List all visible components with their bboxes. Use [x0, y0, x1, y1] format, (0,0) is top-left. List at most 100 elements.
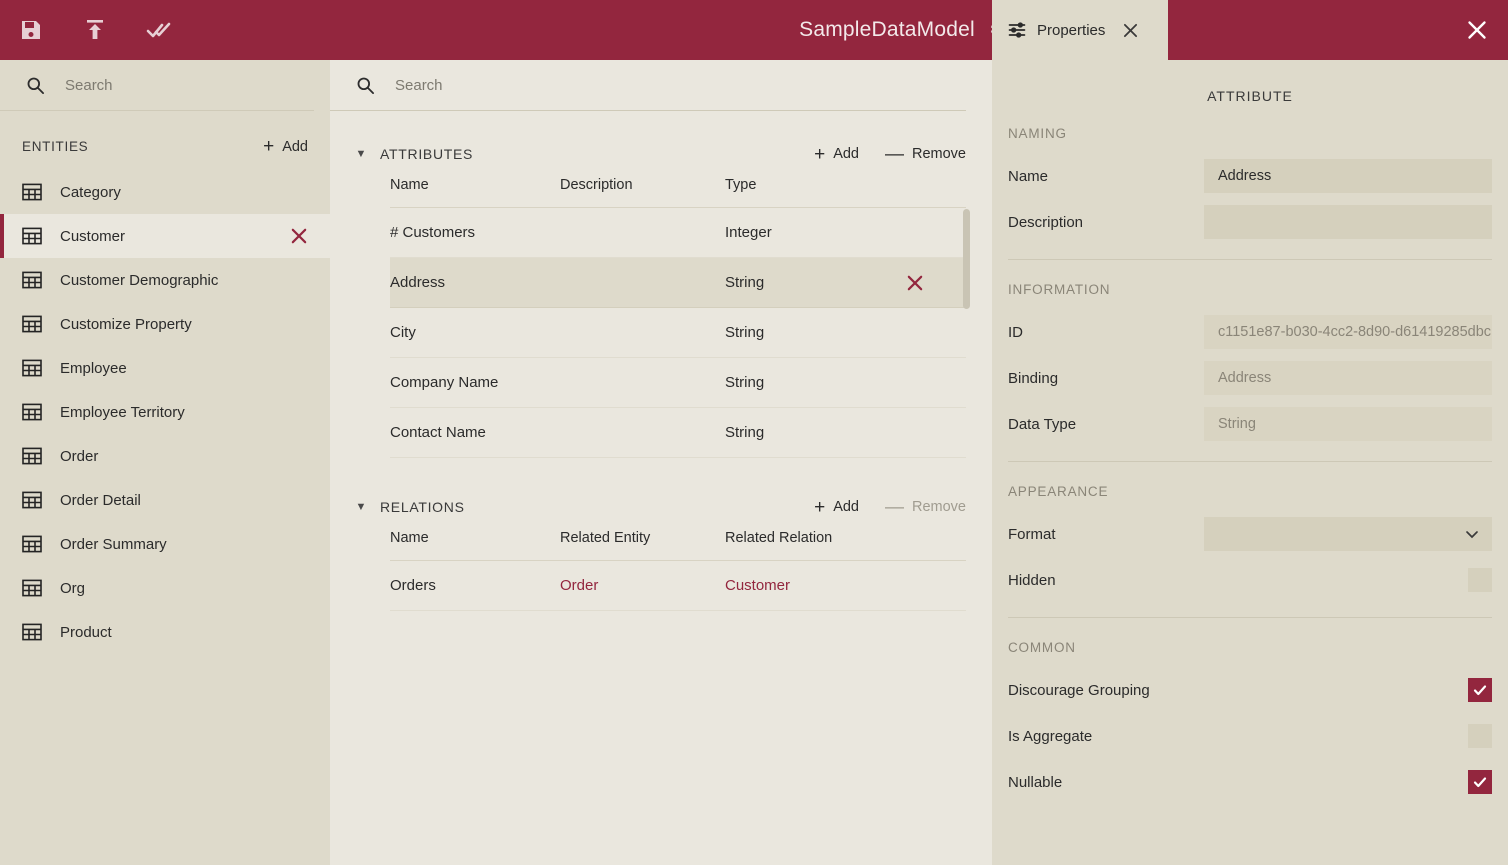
sidebar-item-order[interactable]: Order: [0, 434, 330, 478]
sidebar-item-label: Order: [60, 448, 98, 465]
property-input-id: c1151e87-b030-4cc2-8d90-d61419285dbc: [1204, 315, 1492, 349]
remove-attribute-button[interactable]: — Remove: [885, 145, 966, 164]
add-relation-button[interactable]: + Add: [814, 498, 859, 517]
column-header-related-relation: Related Relation: [725, 530, 906, 546]
sidebar-item-label: Order Summary: [60, 536, 167, 553]
relations-table-body: OrdersOrderCustomer: [390, 561, 966, 611]
properties-group-information: INFORMATION ID c1151e87-b030-4cc2-8d90-d…: [1008, 260, 1492, 462]
validate-all-button[interactable]: [142, 13, 176, 47]
add-entity-button[interactable]: + Add: [263, 137, 308, 156]
remove-relation-label: Remove: [912, 499, 966, 515]
window-close-button[interactable]: [1460, 13, 1494, 47]
sidebar-item-customer[interactable]: Customer: [0, 214, 330, 258]
sidebar-item-customer-demographic[interactable]: Customer Demographic: [0, 258, 330, 302]
property-input-name[interactable]: Address: [1204, 159, 1492, 193]
minus-icon: —: [885, 498, 904, 517]
attributes-section-title: ATTRIBUTES: [380, 146, 473, 162]
sidebar-item-order-detail[interactable]: Order Detail: [0, 478, 330, 522]
attributes-scrollbar-thumb[interactable]: [963, 209, 970, 309]
property-label-discourage-grouping: Discourage Grouping: [1008, 682, 1204, 699]
cell-related-entity[interactable]: Order: [560, 577, 725, 594]
group-label-appearance: APPEARANCE: [1008, 484, 1492, 511]
check-icon: [1472, 682, 1488, 698]
remove-entity-button[interactable]: [290, 227, 308, 245]
property-input-description[interactable]: [1204, 205, 1492, 239]
attributes-section: ▼ ATTRIBUTES + Add — Remove: [330, 111, 992, 458]
sidebar-item-customize-property[interactable]: Customize Property: [0, 302, 330, 346]
cell-actions: [906, 274, 966, 292]
tab-properties[interactable]: Properties: [992, 0, 1168, 60]
property-checkbox-discourage-grouping[interactable]: [1468, 678, 1492, 702]
table-icon: [22, 623, 42, 641]
cell-name: City: [390, 324, 560, 341]
attributes-scrollbar-track[interactable]: [961, 208, 968, 458]
save-button[interactable]: [14, 13, 48, 47]
table-row[interactable]: Contact NameString: [390, 408, 966, 458]
property-row-id: ID c1151e87-b030-4cc2-8d90-d61419285dbc: [1008, 309, 1492, 355]
cell-type: String: [725, 324, 906, 341]
add-attribute-button[interactable]: + Add: [814, 145, 859, 164]
attributes-table-header: Name Description Type: [390, 177, 966, 208]
property-label-nullable: Nullable: [1008, 774, 1204, 791]
sidebar-item-product[interactable]: Product: [0, 610, 330, 654]
group-label-information: INFORMATION: [1008, 282, 1492, 309]
table-row[interactable]: Company Name String: [390, 358, 966, 408]
properties-tab-close-button[interactable]: [1119, 19, 1141, 41]
property-checkbox-nullable[interactable]: [1468, 770, 1492, 794]
entities-section-title: ENTITIES: [22, 139, 88, 154]
remove-attribute-row-button[interactable]: [906, 274, 966, 292]
sidebar-item-org[interactable]: Org: [0, 566, 330, 610]
relations-section-header: ▼ RELATIONS + Add — Remove: [330, 464, 992, 524]
sidebar-item-label: Customize Property: [60, 316, 192, 333]
group-label-naming: NAMING: [1008, 126, 1492, 153]
entities-search-row: [0, 60, 314, 111]
property-input-data-type: String: [1204, 407, 1492, 441]
attributes-table-body: # CustomersIntegerAddressString City Strin…: [390, 208, 966, 458]
table-icon: [22, 359, 42, 377]
table-row[interactable]: City String: [390, 308, 966, 358]
cell-type: String: [725, 374, 906, 391]
relations-section-title: RELATIONS: [380, 499, 465, 515]
property-row-nullable: Nullable: [1008, 759, 1492, 805]
attributes-section-actions: + Add — Remove: [814, 145, 966, 164]
sidebar-item-employee-territory[interactable]: Employee Territory: [0, 390, 330, 434]
close-icon: [906, 274, 924, 292]
table-icon: [22, 579, 42, 597]
table-row[interactable]: AddressString: [390, 258, 966, 308]
sidebar-item-employee[interactable]: Employee: [0, 346, 330, 390]
cell-name: # Customers: [390, 224, 560, 241]
check-icon: [1472, 774, 1488, 790]
property-row-is-aggregate: Is Aggregate: [1008, 713, 1492, 759]
sidebar-item-category[interactable]: Category: [0, 170, 330, 214]
title-area: SampleDataModel: [300, 18, 1508, 42]
property-row-name: Name Address: [1008, 153, 1492, 199]
property-label-is-aggregate: Is Aggregate: [1008, 728, 1204, 745]
cell-name: Company Name: [390, 374, 560, 391]
table-icon: [22, 447, 42, 465]
cell-type: String: [725, 274, 906, 291]
remove-relation-button[interactable]: — Remove: [885, 498, 966, 517]
column-header-name: Name: [390, 530, 560, 546]
property-select-format[interactable]: [1204, 517, 1492, 551]
add-relation-label: Add: [833, 499, 859, 515]
sidebar-item-order-summary[interactable]: Order Summary: [0, 522, 330, 566]
detail-search-input[interactable]: [395, 77, 966, 94]
attributes-table: Name Description Type # CustomersInteger…: [390, 177, 966, 458]
property-row-description: Description: [1008, 199, 1492, 245]
property-checkbox-is-aggregate[interactable]: [1468, 724, 1492, 748]
table-row[interactable]: # CustomersInteger: [390, 208, 966, 258]
publish-button[interactable]: [78, 13, 112, 47]
relations-collapse-toggle[interactable]: ▼: [352, 501, 370, 513]
attributes-collapse-toggle[interactable]: ▼: [352, 148, 370, 160]
cell-related-relation[interactable]: Customer: [725, 577, 906, 594]
property-checkbox-hidden[interactable]: [1468, 568, 1492, 592]
table-row[interactable]: OrdersOrderCustomer: [390, 561, 966, 611]
cell-name: Orders: [390, 577, 560, 594]
property-row-binding: Binding Address: [1008, 355, 1492, 401]
entities-section-actions: + Add: [263, 137, 308, 156]
cell-name: Contact Name: [390, 424, 560, 441]
column-header-name: Name: [390, 177, 560, 193]
property-row-discourage-grouping: Discourage Grouping: [1008, 667, 1492, 713]
property-label-description: Description: [1008, 214, 1204, 231]
entities-search-input[interactable]: [65, 77, 314, 94]
